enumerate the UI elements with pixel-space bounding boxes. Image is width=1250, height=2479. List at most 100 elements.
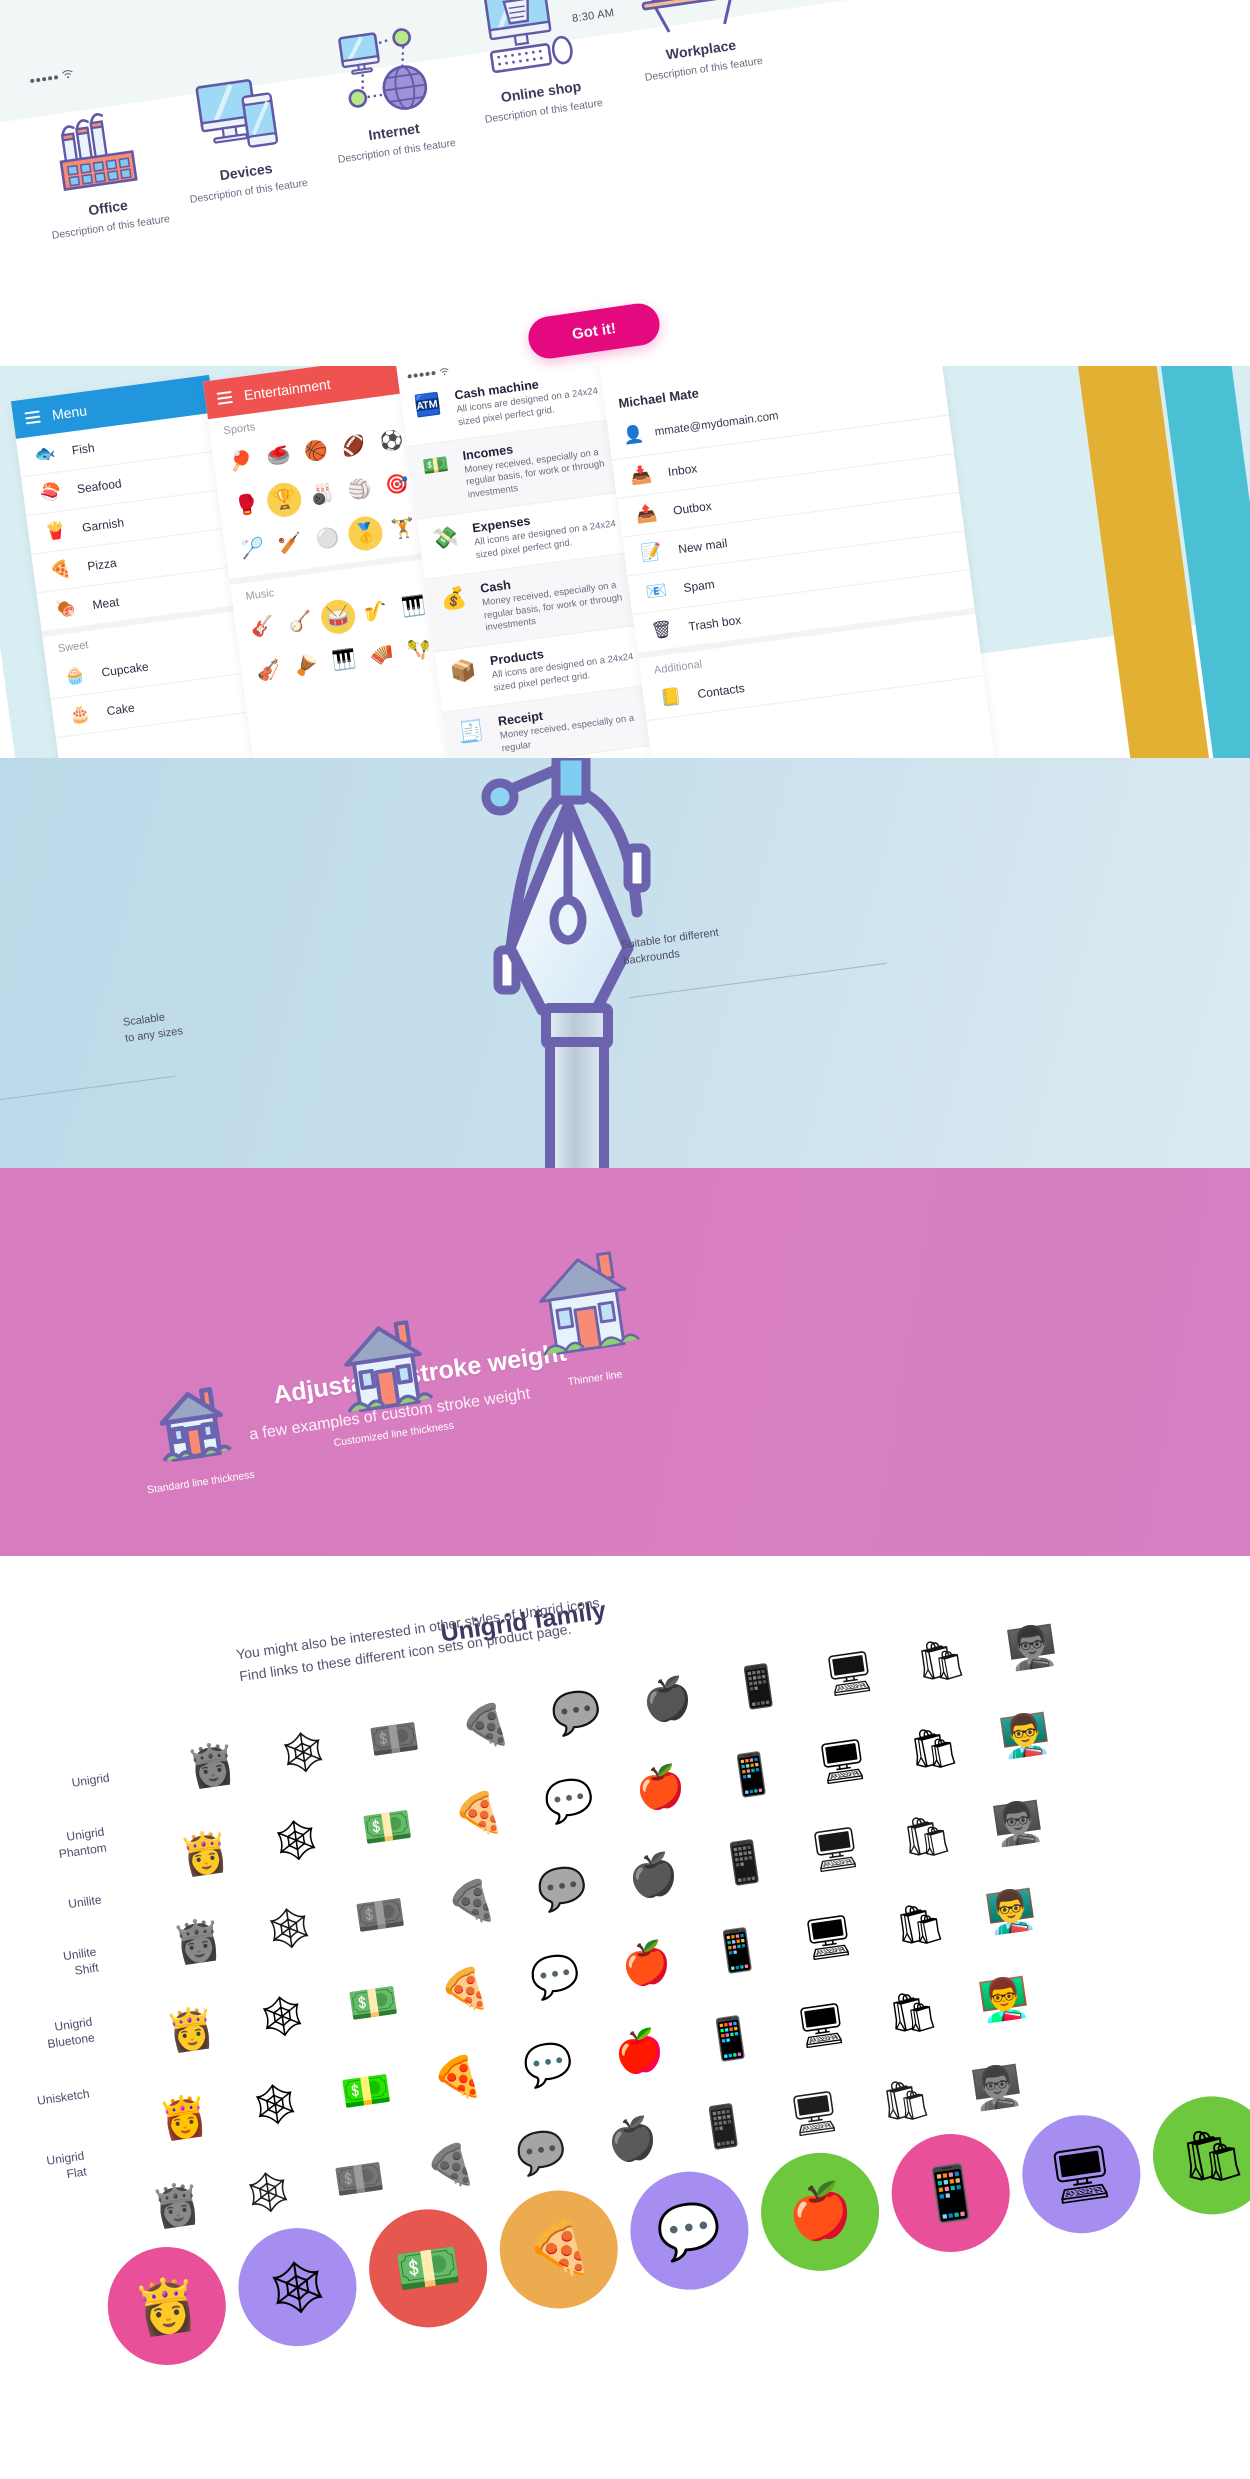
list-item-label: Inbox [667,461,699,480]
list-item-label: Outbox [672,498,713,518]
cash-coins-icon: 💰 [439,585,469,612]
list-item-label: Cupcake [100,659,150,680]
wifi-icon [61,69,74,82]
house-icon [539,1251,640,1356]
xylophone-icon[interactable]: 🪘 [287,646,325,684]
violin-icon[interactable]: 🎻 [250,651,288,689]
list-item-label: Fish [71,440,96,458]
user-avatar-icon: 👤 [621,424,646,446]
family-row-label-unisketch: Unisketch [0,2086,91,2119]
family-row-label-unigrid: Unigrid [0,1770,111,1803]
mail-app-mockup[interactable]: Michael Mate 👤 mmate@mydomain.com 📥 Inbo… [596,366,996,760]
money-coins-icon: 💵 [361,2201,495,2336]
grocery-bag-icon: 🛍 [1145,2088,1250,2223]
row-label-line1: Unigrid [70,1770,111,1790]
list-item-label: Garnish [81,515,125,535]
ping-pong-icon[interactable]: 🏓 [222,442,260,480]
list-item-label: Trash box [687,612,743,634]
app-mockups-section: Menu 🐟 Fish 🍣 Seafood 🍟 Garnish 🍕 Pizza … [0,366,1250,760]
stroke-example-label: Customized line thickness [332,1419,455,1450]
social-network-icon: 🕸 [230,2220,365,2354]
list-item-label: Spam [682,577,716,596]
house-icon [159,1387,233,1462]
basketball-icon[interactable]: 🏀 [297,432,335,470]
compose-icon: 📝 [639,541,664,564]
family-row-label-unilite: Unilite [0,1892,103,1925]
receipt-icon: 🧾 [456,718,486,745]
list-item-label: Cake [105,700,136,719]
hamburger-menu-icon[interactable] [216,390,233,405]
presentation-person-icon: 👨‍🏫 [989,1798,1046,1849]
family-row-label-unigrid-phantom: Unigrid Phantom [0,1824,108,1873]
list-item-label: New mail [677,535,729,557]
family-row-label-unigrid-bluetone: Unigrid Bluetone [0,2014,96,2063]
wifi-icon [438,366,450,381]
presentation-person-icon: 👨‍🏫 [975,1974,1032,2025]
showcase-page: 8:30 AM Office Description of this featu… [0,0,1250,2479]
family-row-label-unilite-shift: Unilite Shift [0,1944,100,1993]
sushi-icon: 🍣 [38,481,63,504]
apple-measure-icon: 🍎 [753,2145,887,2279]
stroke-example-thinner: Thinner line [521,1241,652,1393]
feature-card-workplace[interactable]: Workplace Description of this feature [576,0,813,91]
hamburger-menu-icon[interactable] [24,410,41,425]
signal-dots-icon [29,74,59,83]
list-item-label: Meat [91,594,120,613]
list-item-label: Pizza [86,555,118,574]
guitar-icon[interactable]: 🎸 [244,608,282,646]
kettlebell-icon[interactable]: 🥌 [259,437,297,475]
trophy-icon[interactable]: 🏆 [265,480,304,520]
golf-ball-icon[interactable]: ⚪ [309,519,347,557]
drum-icon[interactable]: 🥁 [319,597,358,636]
income-money-icon: 💵 [421,452,451,479]
dating-phone-icon: 📱 [883,2126,1018,2260]
stroke-example-standard: Standard line thickness [133,1379,256,1497]
trash-icon: 🗑 [649,619,674,641]
row-label-line1: Unisketch [36,2086,91,2108]
group-chat-icon: 💬 [622,2163,757,2298]
family-row-label-unigrid-flat: Unigrid Flat [0,2148,88,2197]
meat-icon: 🍖 [53,597,78,620]
inbox-tray-icon: 📥 [629,464,653,487]
baseball-bat-icon[interactable]: 🏏 [271,524,309,562]
house-icon [343,1320,434,1413]
pizza-icon: 🍕 [48,558,73,581]
screen-sharing-icon: 🖥 [1014,2107,1149,2242]
pen-note-left: Scalable to any sizes [122,1008,184,1047]
fries-icon: 🍟 [43,520,68,542]
banjo-icon[interactable]: 🪕 [281,603,319,641]
box-product-icon: 📦 [448,658,478,685]
boxing-glove-icon[interactable]: 🥊 [227,486,265,524]
entertainment-app-title: Entertainment [243,375,332,404]
stroke-example-label: Thinner line [567,1368,624,1389]
signal-dots-icon [407,370,436,379]
stroke-weight-section: Adjustable stroke weight a few examples … [0,1168,1250,1558]
woman-avatar-icon: 👸 [100,2239,234,2373]
medal-icon[interactable]: 🥇 [346,514,385,553]
stroke-example-label: Standard line thickness [146,1468,256,1497]
badminton-icon[interactable]: 🏸 [233,529,271,567]
pen-note-left-rule [0,1075,176,1102]
unigrid-family-section: Unigrid family You might also be interes… [0,1556,1250,2479]
pen-tool-section: Scalable to any sizes Suitable for diffe… [0,758,1250,1168]
accordion-icon[interactable]: 🪗 [363,636,401,674]
volleyball-icon[interactable]: 🏐 [340,471,378,509]
presentation-person-icon: 👨‍🏫 [982,1886,1039,1937]
stroke-example-customized: Customized line thickness [317,1310,455,1449]
rugby-ball-icon[interactable]: 🏈 [335,427,373,465]
presentation-person-icon: 👨‍🏫 [996,1710,1053,1761]
cake-icon: 🎂 [68,703,92,726]
saxophone-icon[interactable]: 🎷 [357,593,395,631]
outbox-tray-icon: 📤 [634,503,659,525]
cash-register-icon: 🏧 [413,392,443,419]
mail-account-email: mmate@mydomain.com [654,410,780,439]
piano-icon[interactable]: 🎹 [325,641,363,679]
cupcake-icon: 🧁 [62,664,87,687]
pizza-icon: 🍕 [491,2182,626,2317]
contacts-book-icon: 📒 [659,686,683,709]
fish-icon: 🐟 [33,442,57,465]
list-item-label: Contacts [696,680,746,702]
menu-app-title: Menu [50,402,88,423]
bowling-ball-icon[interactable]: 🎳 [303,476,341,514]
row-label-line1: Unilite [67,1892,103,1912]
